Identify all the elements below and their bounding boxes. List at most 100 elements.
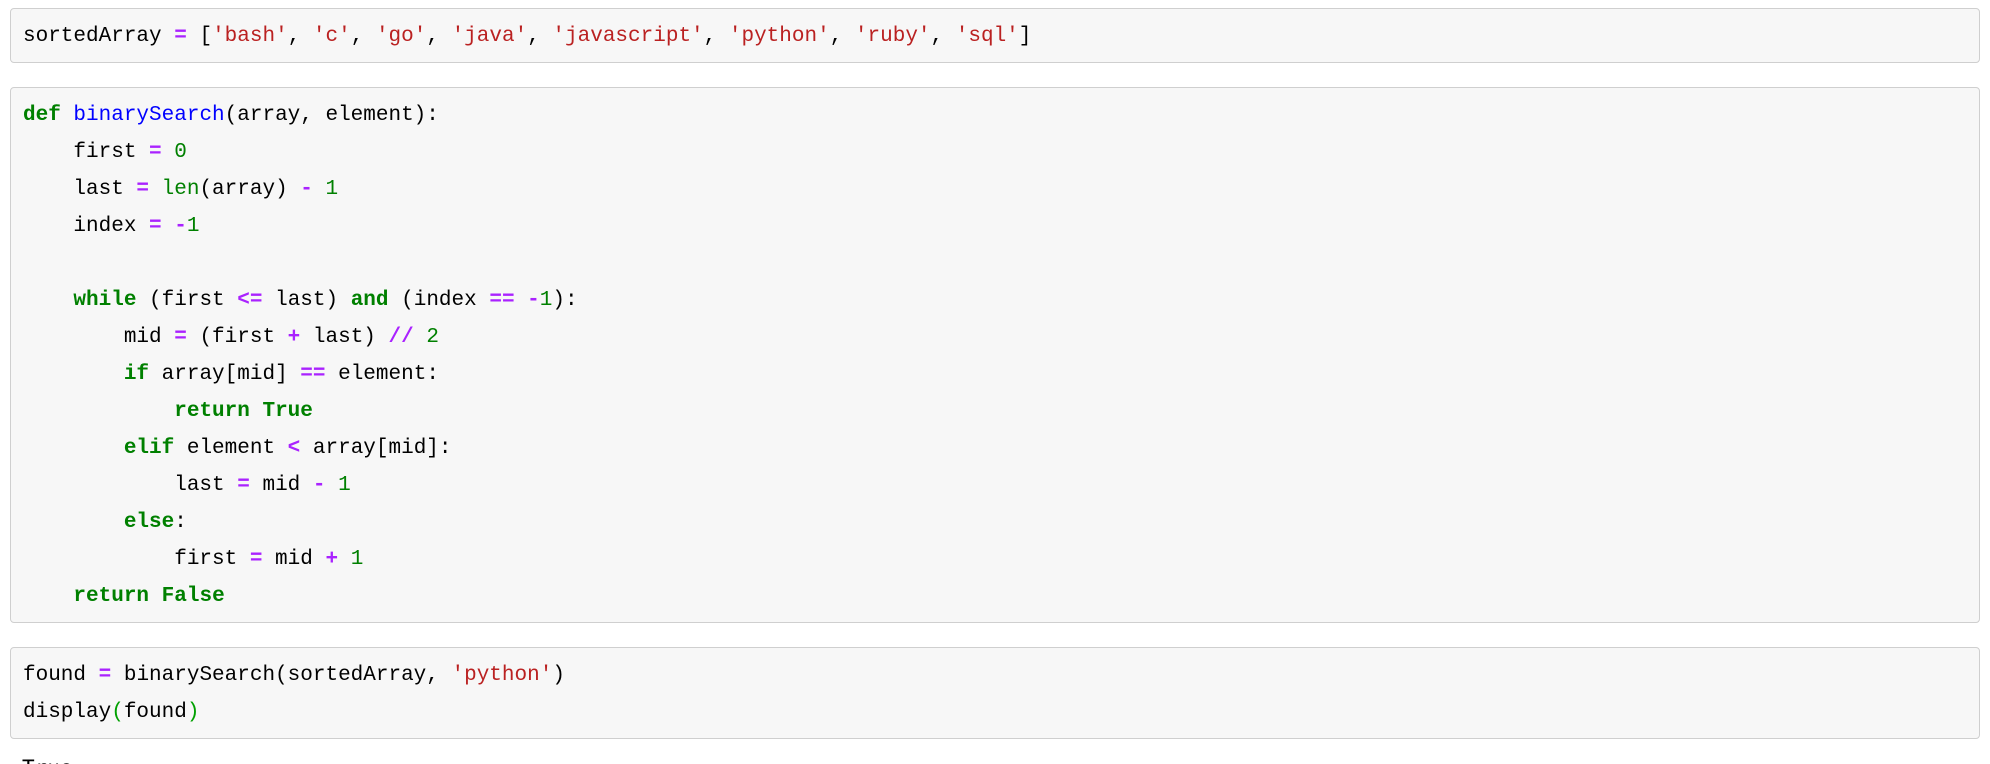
code-line: elif element < array[mid]: xyxy=(23,437,452,460)
code-token: elif xyxy=(123,437,175,460)
code-line-group[interactable]: sortedArray = ['bash', 'c', 'go', 'java'… xyxy=(23,17,1967,54)
code-token: [ xyxy=(186,25,213,48)
code-token: 'python' xyxy=(451,664,553,687)
code-line: last = mid - 1 xyxy=(23,474,351,497)
code-token: binarySearch(sortedArray, xyxy=(111,664,452,687)
code-token: // xyxy=(388,326,414,349)
code-line: if array[mid] == element: xyxy=(23,363,439,386)
code-content-cell-2[interactable]: found = binarySearch(sortedArray, 'pytho… xyxy=(23,664,565,724)
code-line: first = mid + 1 xyxy=(23,548,363,571)
code-token: == xyxy=(489,289,515,312)
code-token: = xyxy=(237,474,250,497)
code-token: found xyxy=(23,664,99,687)
code-token: - xyxy=(527,289,540,312)
output-text: True xyxy=(22,756,73,764)
code-token: + xyxy=(287,326,301,349)
code-line-group[interactable]: def binarySearch(array, element): first … xyxy=(23,96,1967,614)
code-token: array[mid]: xyxy=(300,437,452,460)
code-token: 1 xyxy=(338,474,351,497)
code-token: = xyxy=(98,664,112,687)
code-token: = xyxy=(249,548,263,571)
code-token: binarySearch xyxy=(73,104,225,127)
code-line: sortedArray = ['bash', 'c', 'go', 'java'… xyxy=(23,25,1031,48)
code-token: 'bash' xyxy=(212,25,288,48)
code-token: ) xyxy=(552,664,565,687)
code-token: = xyxy=(174,326,187,349)
code-cell-binary-search-function[interactable]: def binarySearch(array, element): first … xyxy=(10,87,1980,623)
code-token: return xyxy=(73,585,150,608)
code-token: last xyxy=(23,474,238,497)
code-token: (array) xyxy=(199,178,301,201)
code-token: return xyxy=(174,400,250,423)
code-token: found xyxy=(123,701,187,724)
code-token: ) xyxy=(186,701,200,724)
code-token: True xyxy=(262,400,313,423)
code-token: last) xyxy=(300,326,389,349)
code-token: <= xyxy=(237,289,263,312)
code-token: 1 xyxy=(350,548,364,571)
code-cell-invoke-search[interactable]: found = binarySearch(sortedArray, 'pytho… xyxy=(10,647,1980,739)
code-token: ] xyxy=(1018,25,1032,48)
code-token: 2 xyxy=(426,326,439,349)
code-line: first = 0 xyxy=(23,141,186,164)
code-line: found = binarySearch(sortedArray, 'pytho… xyxy=(23,664,565,687)
code-token: 'c' xyxy=(312,25,351,48)
code-token: , xyxy=(426,25,452,48)
code-token: last xyxy=(23,178,137,201)
code-token: mid xyxy=(249,474,313,497)
code-token: last) xyxy=(262,289,351,312)
code-token: 1 xyxy=(186,215,200,238)
code-token: 'python' xyxy=(728,25,830,48)
code-token: len xyxy=(161,178,200,201)
code-token: 'java' xyxy=(451,25,528,48)
code-token: mid xyxy=(262,548,326,571)
code-token: sortedArray xyxy=(23,25,175,48)
code-line: def binarySearch(array, element): xyxy=(23,104,439,127)
code-token: < xyxy=(287,437,301,460)
code-content-cell-1[interactable]: def binarySearch(array, element): first … xyxy=(23,104,578,608)
code-token: == xyxy=(300,363,326,386)
code-token: element xyxy=(174,437,288,460)
notebook-container: sortedArray = ['bash', 'c', 'go', 'java'… xyxy=(0,8,1990,764)
code-token: + xyxy=(325,548,339,571)
code-token: , xyxy=(829,25,855,48)
code-token: (first xyxy=(136,289,238,312)
code-token: (first xyxy=(186,326,288,349)
code-cell-array-definition[interactable]: sortedArray = ['bash', 'c', 'go', 'java'… xyxy=(10,8,1980,63)
code-token: and xyxy=(350,289,389,312)
code-token: - xyxy=(174,215,187,238)
code-token: 'ruby' xyxy=(854,25,931,48)
code-line: return False xyxy=(23,585,224,608)
code-token: if xyxy=(123,363,150,386)
code-token: else xyxy=(123,511,175,534)
code-line: return True xyxy=(23,400,313,423)
code-token: = xyxy=(149,141,162,164)
code-token: first xyxy=(23,548,250,571)
code-line: index = -1 xyxy=(23,215,199,238)
code-line-group[interactable]: found = binarySearch(sortedArray, 'pytho… xyxy=(23,656,1967,730)
code-token: , xyxy=(287,25,313,48)
code-line: display(found) xyxy=(23,701,199,724)
code-token: : xyxy=(174,511,187,534)
code-token: , xyxy=(527,25,553,48)
code-line: mid = (first + last) // 2 xyxy=(23,326,439,349)
code-content-cell-0[interactable]: sortedArray = ['bash', 'c', 'go', 'java'… xyxy=(23,25,1031,48)
code-token: 'go' xyxy=(375,25,427,48)
code-token: 'javascript' xyxy=(552,25,704,48)
code-line: last = len(array) - 1 xyxy=(23,178,338,201)
code-token: (index xyxy=(388,289,490,312)
